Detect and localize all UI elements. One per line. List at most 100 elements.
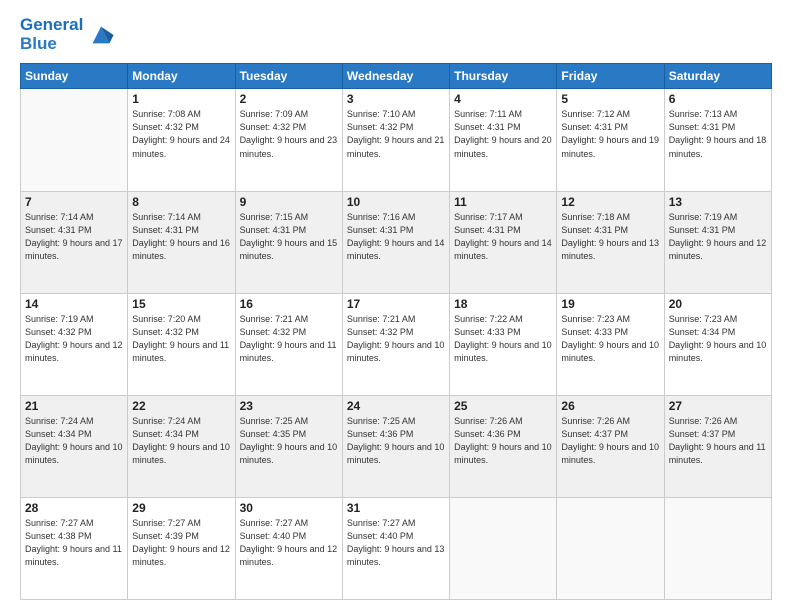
day-number: 22 — [132, 399, 230, 413]
day-number: 29 — [132, 501, 230, 515]
day-number: 25 — [454, 399, 552, 413]
day-number: 19 — [561, 297, 659, 311]
day-info: Sunrise: 7:27 AMSunset: 4:40 PMDaylight:… — [347, 517, 445, 569]
day-number: 20 — [669, 297, 767, 311]
day-number: 12 — [561, 195, 659, 209]
calendar-cell: 24 Sunrise: 7:25 AMSunset: 4:36 PMDayligh… — [342, 395, 449, 497]
calendar-cell: 4Sunrise: 7:11 AMSunset: 4:31 PMDaylight… — [450, 89, 557, 191]
day-number: 1 — [132, 92, 230, 106]
calendar-cell: 9 Sunrise: 7:15 AMSunset: 4:31 PMDaylight… — [235, 191, 342, 293]
day-number: 7 — [25, 195, 123, 209]
calendar-cell: 2 Sunrise: 7:09 AMSunset: 4:32 PMDaylight… — [235, 89, 342, 191]
calendar-cell: 30 Sunrise: 7:27 AMSunset: 4:40 PMDayligh… — [235, 497, 342, 599]
day-number: 30 — [240, 501, 338, 515]
day-number: 6 — [669, 92, 767, 106]
day-info: Sunrise: 7:22 AMSunset: 4:33 PMDaylight:… — [454, 313, 552, 365]
logo: General Blue — [20, 16, 115, 53]
calendar-week-row: 7 Sunrise: 7:14 AMSunset: 4:31 PMDaylight… — [21, 191, 772, 293]
calendar-cell — [557, 497, 664, 599]
day-number: 2 — [240, 92, 338, 106]
calendar-cell: 12 Sunrise: 7:18 AMSunset: 4:31 PMDayligh… — [557, 191, 664, 293]
day-info: Sunrise: 7:21 AMSunset: 4:32 PMDaylight:… — [240, 313, 338, 365]
weekday-header-saturday: Saturday — [664, 64, 771, 89]
day-info: Sunrise: 7:24 AMSunset: 4:34 PMDaylight:… — [25, 415, 123, 467]
day-info: Sunrise: 7:10 AMSunset: 4:32 PMDaylight:… — [347, 108, 445, 160]
day-info: Sunrise: 7:20 AMSunset: 4:32 PMDaylight:… — [132, 313, 230, 365]
day-info: Sunrise: 7:08 AMSunset: 4:32 PMDaylight:… — [132, 108, 230, 160]
calendar-cell: 17 Sunrise: 7:21 AMSunset: 4:32 PMDayligh… — [342, 293, 449, 395]
day-number: 16 — [240, 297, 338, 311]
calendar-cell: 3 Sunrise: 7:10 AMSunset: 4:32 PMDaylight… — [342, 89, 449, 191]
weekday-header-wednesday: Wednesday — [342, 64, 449, 89]
calendar-cell: 7 Sunrise: 7:14 AMSunset: 4:31 PMDaylight… — [21, 191, 128, 293]
day-info: Sunrise: 7:09 AMSunset: 4:32 PMDaylight:… — [240, 108, 338, 160]
calendar-cell: 20 Sunrise: 7:23 AMSunset: 4:34 PMDayligh… — [664, 293, 771, 395]
calendar-week-row: 21 Sunrise: 7:24 AMSunset: 4:34 PMDayligh… — [21, 395, 772, 497]
page: General Blue SundayMondayTuesdayWednesda… — [0, 0, 792, 612]
day-number: 14 — [25, 297, 123, 311]
calendar-cell: 26Sunrise: 7:26 AMSunset: 4:37 PMDayligh… — [557, 395, 664, 497]
weekday-header-thursday: Thursday — [450, 64, 557, 89]
header: General Blue — [20, 16, 772, 53]
calendar-week-row: 28 Sunrise: 7:27 AMSunset: 4:38 PMDayligh… — [21, 497, 772, 599]
logo-text-line1: General — [20, 16, 83, 35]
weekday-header-monday: Monday — [128, 64, 235, 89]
calendar-cell: 1 Sunrise: 7:08 AMSunset: 4:32 PMDaylight… — [128, 89, 235, 191]
day-info: Sunrise: 7:14 AMSunset: 4:31 PMDaylight:… — [25, 211, 123, 263]
day-info: Sunrise: 7:25 AMSunset: 4:36 PMDaylight:… — [347, 415, 445, 467]
calendar-cell: 13Sunrise: 7:19 AMSunset: 4:31 PMDayligh… — [664, 191, 771, 293]
day-number: 13 — [669, 195, 767, 209]
calendar-cell: 19 Sunrise: 7:23 AMSunset: 4:33 PMDayligh… — [557, 293, 664, 395]
day-info: Sunrise: 7:26 AMSunset: 4:37 PMDaylight:… — [561, 415, 659, 467]
day-info: Sunrise: 7:19 AMSunset: 4:32 PMDaylight:… — [25, 313, 123, 365]
day-info: Sunrise: 7:24 AMSunset: 4:34 PMDaylight:… — [132, 415, 230, 467]
calendar-cell: 25 Sunrise: 7:26 AMSunset: 4:36 PMDayligh… — [450, 395, 557, 497]
day-info: Sunrise: 7:18 AMSunset: 4:31 PMDaylight:… — [561, 211, 659, 263]
day-info: Sunrise: 7:23 AMSunset: 4:34 PMDaylight:… — [669, 313, 767, 365]
calendar-cell: 31 Sunrise: 7:27 AMSunset: 4:40 PMDayligh… — [342, 497, 449, 599]
calendar-week-row: 1 Sunrise: 7:08 AMSunset: 4:32 PMDaylight… — [21, 89, 772, 191]
calendar-cell: 21 Sunrise: 7:24 AMSunset: 4:34 PMDayligh… — [21, 395, 128, 497]
day-info: Sunrise: 7:26 AMSunset: 4:36 PMDaylight:… — [454, 415, 552, 467]
day-info: Sunrise: 7:25 AMSunset: 4:35 PMDaylight:… — [240, 415, 338, 467]
day-number: 15 — [132, 297, 230, 311]
calendar-cell — [664, 497, 771, 599]
day-info: Sunrise: 7:27 AMSunset: 4:39 PMDaylight:… — [132, 517, 230, 569]
day-number: 17 — [347, 297, 445, 311]
day-info: Sunrise: 7:17 AMSunset: 4:31 PMDaylight:… — [454, 211, 552, 263]
calendar-cell: 23 Sunrise: 7:25 AMSunset: 4:35 PMDayligh… — [235, 395, 342, 497]
day-info: Sunrise: 7:12 AMSunset: 4:31 PMDaylight:… — [561, 108, 659, 160]
day-number: 21 — [25, 399, 123, 413]
calendar-cell: 8 Sunrise: 7:14 AMSunset: 4:31 PMDaylight… — [128, 191, 235, 293]
weekday-header-friday: Friday — [557, 64, 664, 89]
day-info: Sunrise: 7:16 AMSunset: 4:31 PMDaylight:… — [347, 211, 445, 263]
day-info: Sunrise: 7:26 AMSunset: 4:37 PMDaylight:… — [669, 415, 767, 467]
day-number: 23 — [240, 399, 338, 413]
calendar-cell: 15 Sunrise: 7:20 AMSunset: 4:32 PMDayligh… — [128, 293, 235, 395]
day-info: Sunrise: 7:27 AMSunset: 4:40 PMDaylight:… — [240, 517, 338, 569]
day-info: Sunrise: 7:14 AMSunset: 4:31 PMDaylight:… — [132, 211, 230, 263]
day-number: 8 — [132, 195, 230, 209]
day-info: Sunrise: 7:23 AMSunset: 4:33 PMDaylight:… — [561, 313, 659, 365]
calendar-cell: 11 Sunrise: 7:17 AMSunset: 4:31 PMDayligh… — [450, 191, 557, 293]
logo-text-line2: Blue — [20, 35, 83, 54]
calendar-cell: 10Sunrise: 7:16 AMSunset: 4:31 PMDayligh… — [342, 191, 449, 293]
day-number: 28 — [25, 501, 123, 515]
calendar-cell: 5 Sunrise: 7:12 AMSunset: 4:31 PMDaylight… — [557, 89, 664, 191]
day-number: 31 — [347, 501, 445, 515]
day-number: 18 — [454, 297, 552, 311]
day-number: 24 — [347, 399, 445, 413]
day-number: 5 — [561, 92, 659, 106]
day-info: Sunrise: 7:15 AMSunset: 4:31 PMDaylight:… — [240, 211, 338, 263]
calendar-cell: 27Sunrise: 7:26 AMSunset: 4:37 PMDayligh… — [664, 395, 771, 497]
day-number: 9 — [240, 195, 338, 209]
calendar-cell: 22 Sunrise: 7:24 AMSunset: 4:34 PMDayligh… — [128, 395, 235, 497]
day-number: 11 — [454, 195, 552, 209]
calendar-cell — [450, 497, 557, 599]
day-number: 4 — [454, 92, 552, 106]
day-info: Sunrise: 7:27 AMSunset: 4:38 PMDaylight:… — [25, 517, 123, 569]
day-info: Sunrise: 7:21 AMSunset: 4:32 PMDaylight:… — [347, 313, 445, 365]
weekday-header-tuesday: Tuesday — [235, 64, 342, 89]
weekday-header-sunday: Sunday — [21, 64, 128, 89]
day-number: 3 — [347, 92, 445, 106]
